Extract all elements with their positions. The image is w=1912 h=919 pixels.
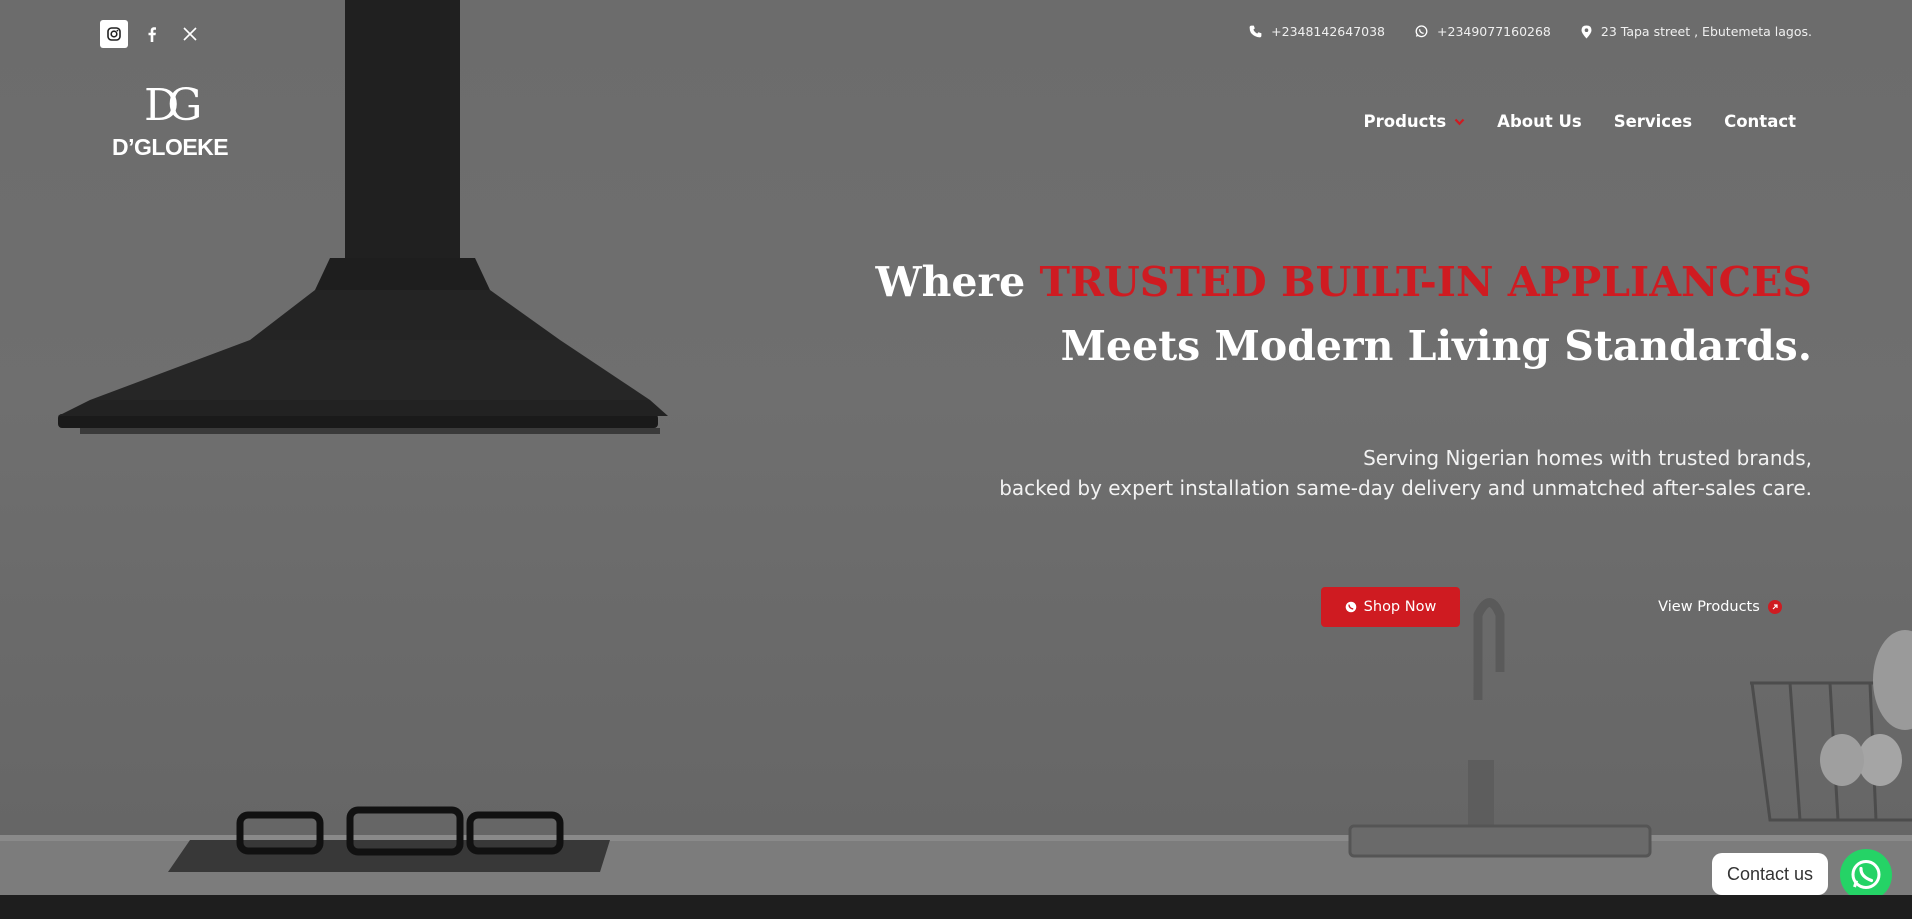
whatsapp-icon [1851, 860, 1881, 889]
social-links [100, 20, 204, 48]
instagram-link[interactable] [100, 20, 128, 48]
view-products-button[interactable]: View Products [1648, 587, 1792, 627]
page-bottom-strip [0, 895, 1912, 919]
headline-line-2: Meets Modern Living Standards. [1060, 322, 1812, 370]
chevron-down-icon [1454, 118, 1465, 125]
hero-headline: Where TRUSTED BUILT-IN APPLIANCES Meets … [876, 250, 1812, 378]
headline-accent: TRUSTED BUILT-IN APPLIANCES [1039, 258, 1812, 306]
shop-now-button[interactable]: Shop Now [1321, 587, 1460, 627]
facebook-link[interactable] [138, 20, 166, 48]
instagram-icon [107, 27, 121, 41]
whatsapp-icon [1415, 25, 1428, 38]
whatsapp-contact[interactable]: +2349077160268 [1415, 24, 1551, 39]
address-text: 23 Tapa street , Ebutemeta lagos. [1600, 24, 1812, 39]
phone-contact[interactable]: +2348142647038 [1249, 24, 1385, 39]
nav-products-label: Products [1363, 112, 1447, 131]
brand-logo[interactable]: DG D’GLOEKE [108, 80, 229, 161]
x-icon [183, 27, 197, 41]
nav-services-label: Services [1613, 112, 1693, 131]
logo-wordmark: D’GLOEKE [112, 134, 229, 160]
whatsapp-icon [1345, 601, 1356, 613]
logo-monogram: DG [144, 80, 203, 131]
nav-item-about[interactable]: About Us [1497, 112, 1582, 131]
nav-item-services[interactable]: Services [1614, 112, 1692, 131]
headline-prefix: Where [875, 258, 1040, 306]
main-nav: Products About Us Services Contact [1364, 112, 1796, 131]
subtitle-line-2: backed by expert installation same-day d… [999, 476, 1812, 500]
arrow-up-right-icon [1767, 600, 1782, 614]
contact-bar: +2348142647038 +2349077160268 23 Tapa st… [1249, 24, 1812, 39]
hero-section: +2348142647038 +2349077160268 23 Tapa st… [0, 0, 1912, 895]
whatsapp-chat-button[interactable] [1840, 849, 1892, 895]
facebook-icon [148, 26, 156, 42]
contact-us-chip[interactable]: Contact us [1712, 853, 1828, 895]
location-pin-icon [1581, 25, 1592, 38]
subtitle-line-1: Serving Nigerian homes with trusted bran… [1363, 446, 1812, 470]
nav-contact-label: Contact [1724, 112, 1796, 131]
nav-about-label: About Us [1497, 112, 1582, 131]
nav-item-products[interactable]: Products [1364, 112, 1466, 131]
phone-icon [1249, 25, 1262, 38]
hero-subtitle: Serving Nigerian homes with trusted bran… [999, 443, 1812, 503]
shop-now-label: Shop Now [1363, 599, 1437, 615]
nav-item-contact[interactable]: Contact [1724, 112, 1796, 131]
headline-line-1: Where TRUSTED BUILT-IN APPLIANCES [876, 250, 1812, 314]
contact-us-label: Contact us [1726, 863, 1814, 884]
view-products-label: View Products [1658, 599, 1760, 615]
x-link[interactable] [176, 20, 204, 48]
address-contact: 23 Tapa street , Ebutemeta lagos. [1581, 24, 1812, 39]
whatsapp-number: +2349077160268 [1437, 24, 1551, 39]
phone-number: +2348142647038 [1271, 24, 1386, 39]
